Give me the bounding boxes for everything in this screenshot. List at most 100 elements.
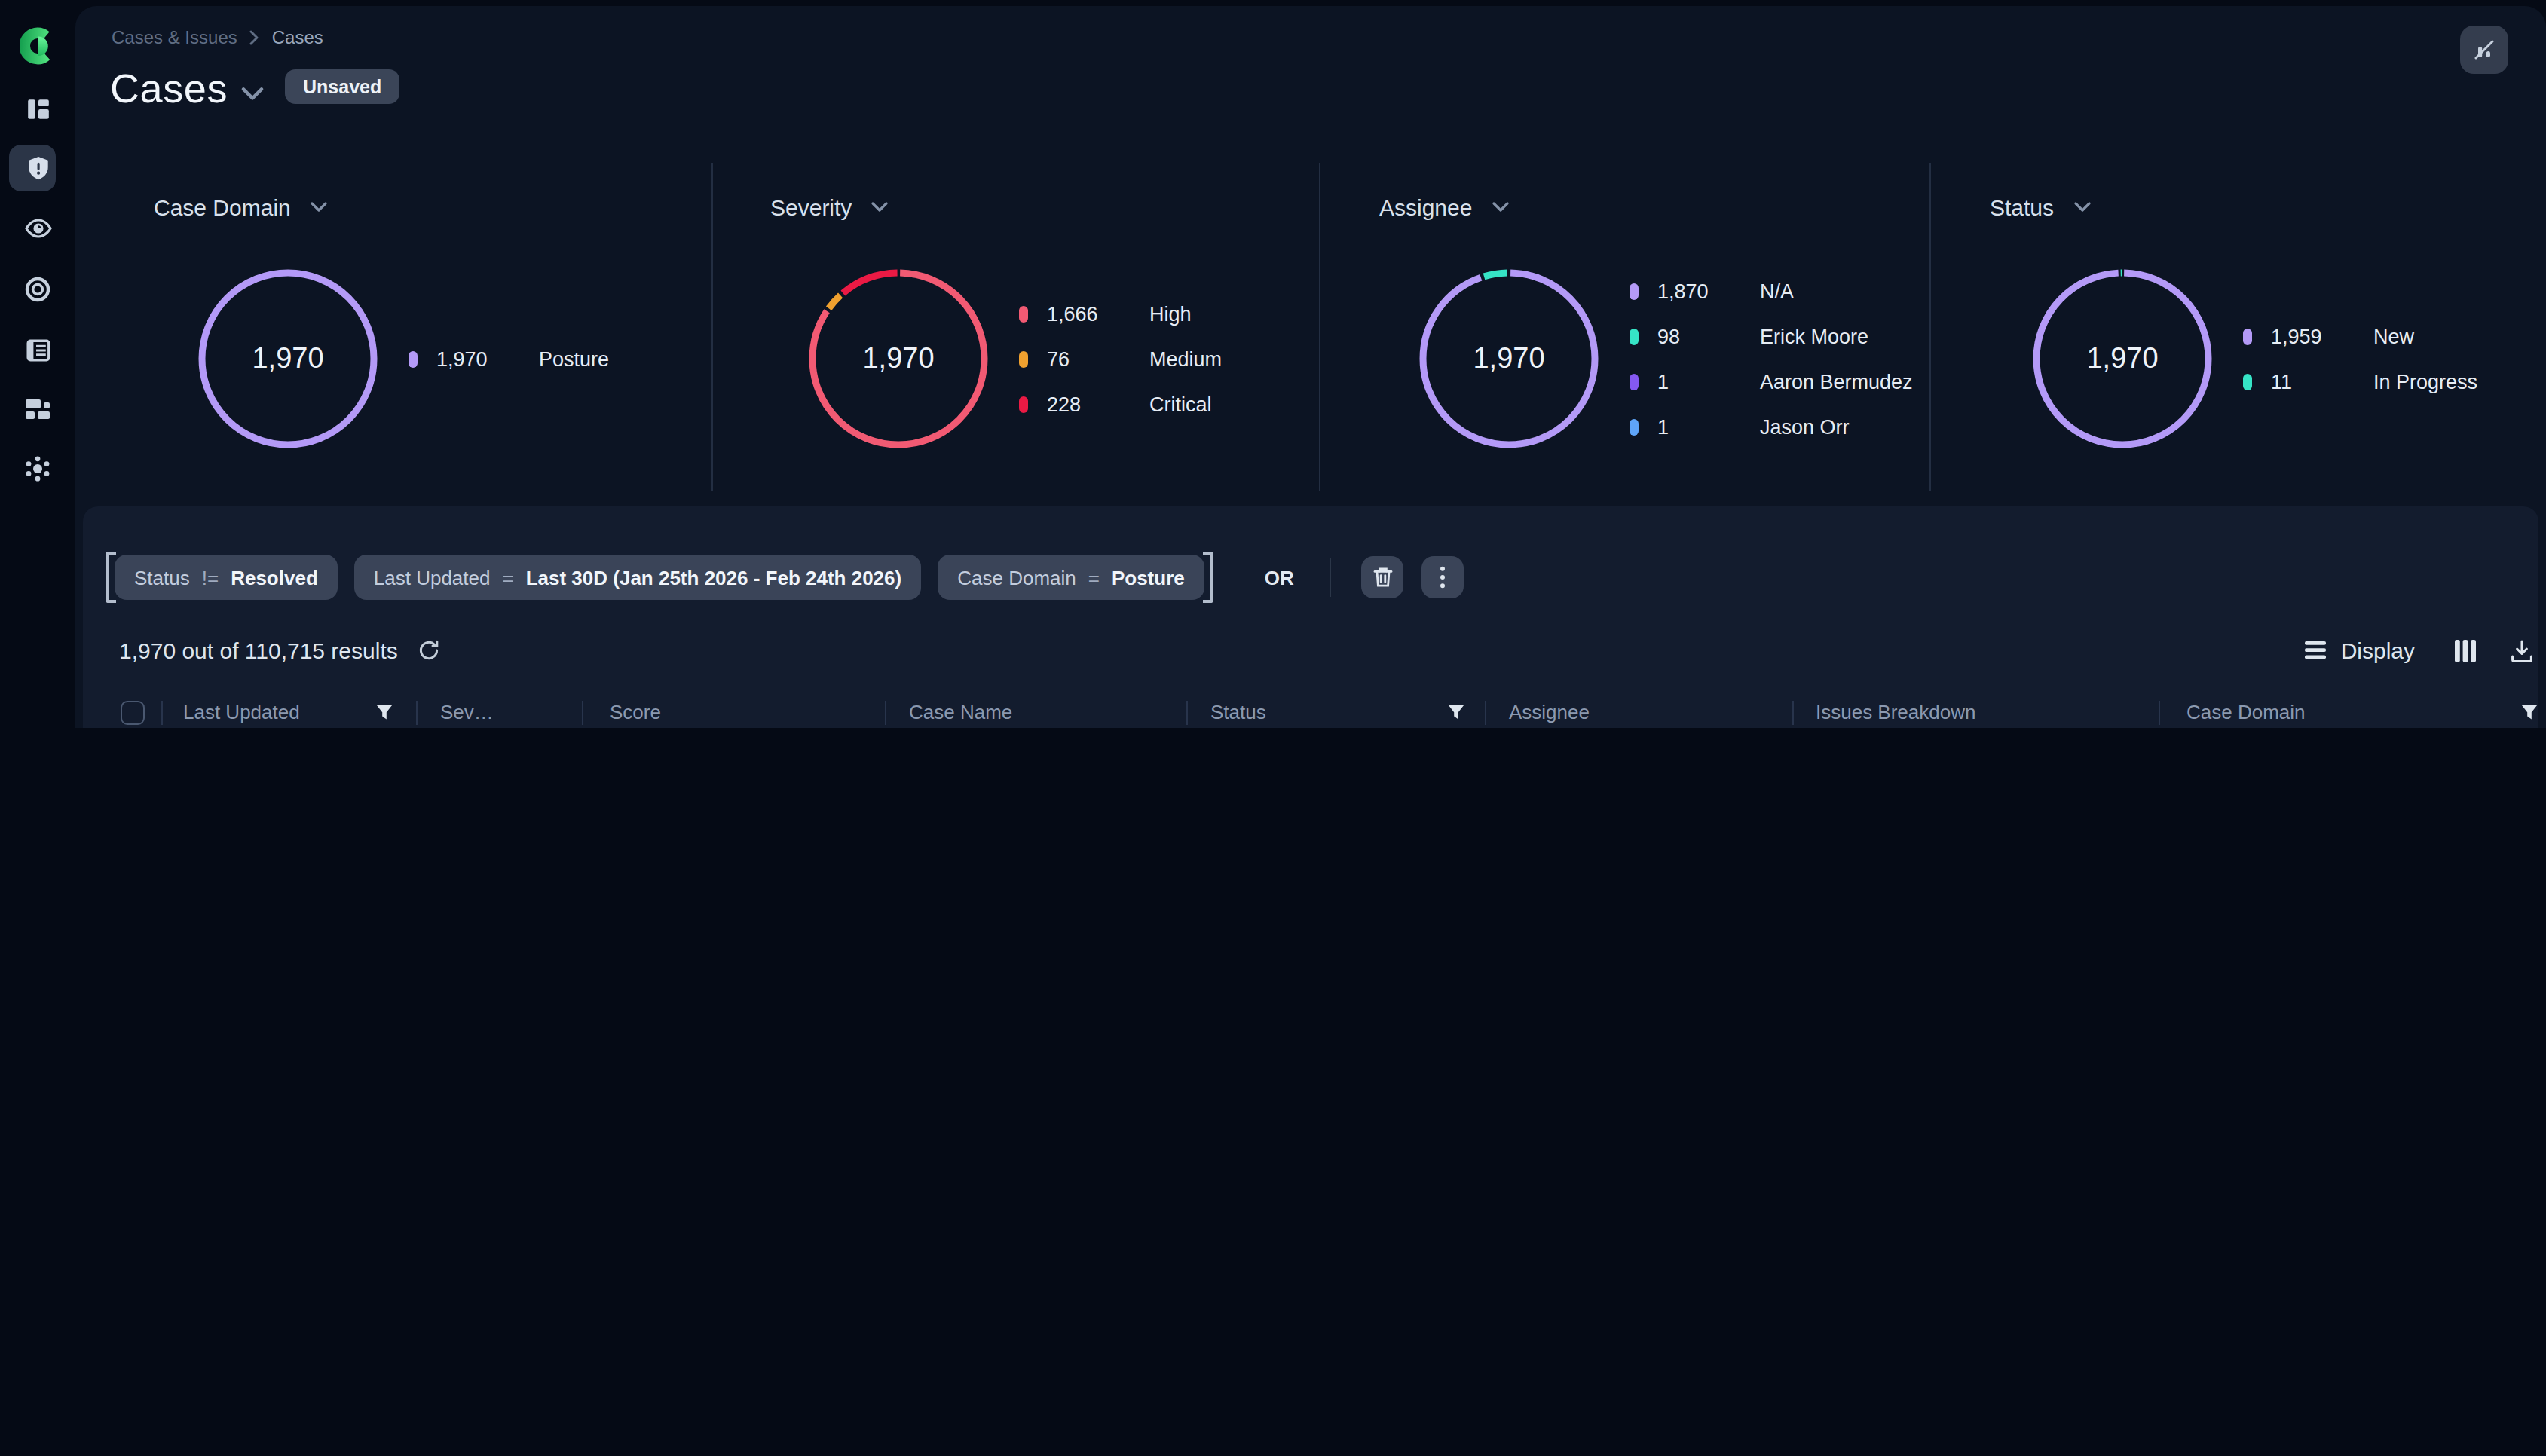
dashboard-icon: [25, 96, 50, 121]
chart-divider: [711, 163, 713, 491]
column-header-issues[interactable]: Issues Breakdown: [1816, 686, 1975, 728]
breadcrumb-parent[interactable]: Cases & Issues: [112, 27, 237, 48]
legend-marker: [1019, 350, 1027, 367]
legend-label: Medium: [1149, 347, 1222, 370]
legend-label: Aaron Bermudez: [1760, 370, 1913, 393]
legend-label: N/A: [1760, 280, 1794, 302]
logo-icon: [19, 25, 57, 66]
filter-funnel-case-domain[interactable]: [2520, 686, 2538, 728]
legend-label: Critical: [1149, 393, 1212, 415]
filter-value: Last 30D (Jan 25th 2026 - Feb 24th 2026): [526, 566, 902, 589]
filter-more-button[interactable]: [1422, 556, 1464, 598]
filter-chip-status[interactable]: Status != Resolved: [115, 555, 338, 600]
legend-marker: [1630, 418, 1638, 435]
columns-icon: [2454, 638, 2477, 662]
sidebar-item-dashboards[interactable]: [0, 93, 75, 124]
donut-total: 1,970: [1415, 265, 1602, 452]
column-header-status[interactable]: Status: [1210, 686, 1266, 728]
sidebar-item-cases[interactable]: [0, 155, 75, 182]
brand-logo[interactable]: [0, 26, 75, 65]
donut-status: 1,970: [2029, 265, 2216, 452]
chart-label-text: Severity: [770, 194, 852, 220]
filter-operator: =: [1088, 566, 1100, 589]
breadcrumb: Cases & Issues Cases: [112, 27, 323, 48]
column-divider: [1484, 701, 1486, 725]
legend-item: 98 Erick Moore: [1630, 314, 1913, 359]
column-header-score[interactable]: Score: [610, 686, 661, 728]
legend-value: 1: [1657, 370, 1760, 393]
donut-total: 1,970: [194, 265, 381, 452]
column-header-last-updated[interactable]: Last Updated: [183, 686, 300, 728]
chart-label-status[interactable]: Status: [1990, 194, 2090, 220]
breadcrumb-current: Cases: [272, 27, 323, 48]
toggle-charts-button[interactable]: [2460, 26, 2508, 74]
funnel-icon: [2520, 703, 2538, 721]
sidebar-item-exposure[interactable]: [0, 216, 75, 241]
column-header-case-domain[interactable]: Case Domain: [2186, 686, 2306, 728]
legend-label: New: [2373, 325, 2414, 347]
legend-item: 228 Critical: [1019, 381, 1222, 427]
legend-marker: [1630, 373, 1638, 390]
chart-label-assignee[interactable]: Assignee: [1379, 194, 1508, 220]
chart-divider: [1929, 163, 1931, 491]
filter-joiner[interactable]: OR: [1265, 566, 1294, 589]
legend-item: 1,959 New: [2243, 314, 2477, 359]
legend-value: 98: [1657, 325, 1760, 347]
table-toolbar: Display: [2305, 627, 2534, 674]
title-dropdown[interactable]: [241, 80, 264, 107]
chart-divider: [1319, 163, 1320, 491]
blocks-icon: [24, 398, 51, 421]
unsaved-badge: Unsaved: [285, 69, 399, 104]
legend-marker: [1019, 396, 1027, 412]
legend-case-domain: 1,970 Posture: [409, 336, 609, 381]
legend-label: Posture: [539, 347, 609, 370]
chevron-down-icon: [2073, 202, 2090, 213]
delete-filters-button[interactable]: [1362, 556, 1404, 598]
legend-assignee: 1,870 N/A 98 Erick Moore 1 Aaron Bermude…: [1630, 268, 1913, 449]
trash-icon: [1373, 567, 1393, 588]
columns-button[interactable]: [2454, 638, 2477, 662]
legend-status: 1,959 New 11 In Progress: [2243, 314, 2477, 404]
legend-marker: [1630, 283, 1638, 299]
legend-value: 228: [1047, 393, 1149, 415]
sidebar-item-threats[interactable]: [0, 454, 75, 484]
legend-value: 1: [1657, 415, 1760, 438]
filter-chip-case-domain[interactable]: Case Domain = Posture: [938, 555, 1204, 600]
select-all-checkbox[interactable]: [120, 686, 144, 728]
filter-chip-last-updated[interactable]: Last Updated = Last 30D (Jan 25th 2026 -…: [354, 555, 921, 600]
app-root: ⚙ ? CQ Cases & Issues Cases Case: [0, 0, 2546, 728]
legend-item: 11 In Progress: [2243, 359, 2477, 404]
funnel-icon: [375, 703, 393, 721]
download-button[interactable]: [2510, 638, 2534, 662]
sidebar-item-inventory[interactable]: [0, 396, 75, 422]
column-header-case-name[interactable]: Case Name: [909, 686, 1012, 728]
kebab-icon: [1440, 565, 1446, 589]
column-divider: [2158, 701, 2159, 725]
filter-group-bracket-right: [1203, 552, 1213, 603]
legend-value: 11: [2271, 370, 2373, 393]
legend-marker: [409, 350, 417, 367]
column-divider: [1792, 701, 1794, 725]
filter-operator: !=: [202, 566, 219, 589]
column-header-assignee[interactable]: Assignee: [1509, 686, 1590, 728]
funnel-icon: [1447, 703, 1465, 721]
chart-label-case-domain[interactable]: Case Domain: [154, 194, 327, 220]
legend-label: Jason Orr: [1760, 415, 1850, 438]
report-icon: [25, 337, 50, 362]
column-divider: [1186, 701, 1187, 725]
display-button[interactable]: Display: [2305, 638, 2415, 663]
column-header-severity[interactable]: Sev…: [440, 686, 494, 728]
legend-item: 1 Jason Orr: [1630, 404, 1913, 449]
sidebar-item-reports[interactable]: [0, 336, 75, 363]
legend-label: High: [1149, 302, 1192, 325]
threat-icon: [23, 454, 53, 484]
filter-funnel-status[interactable]: [1447, 686, 1465, 728]
filter-funnel-last-updated[interactable]: [375, 686, 393, 728]
refresh-button[interactable]: [418, 639, 440, 662]
legend-item: 1,666 High: [1019, 291, 1222, 336]
display-icon: [2305, 641, 2327, 660]
donut-total: 1,970: [805, 265, 992, 452]
sidebar-item-detections[interactable]: [0, 276, 75, 303]
chart-label-text: Assignee: [1379, 194, 1472, 220]
chart-label-severity[interactable]: Severity: [770, 194, 888, 220]
